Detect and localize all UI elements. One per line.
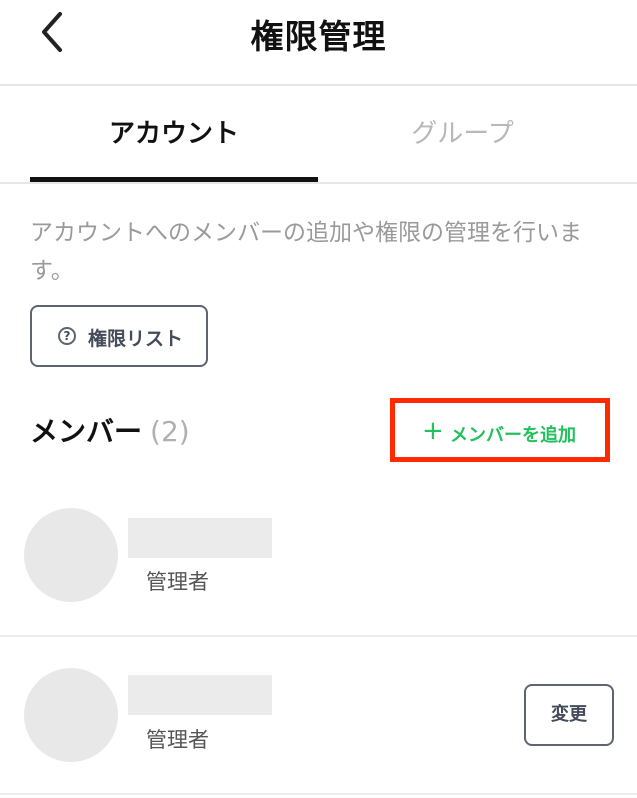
page-title: 権限管理 xyxy=(250,17,387,56)
member-name-placeholder xyxy=(128,675,272,715)
members-count: (2) xyxy=(150,415,190,448)
members-title: メンバー xyxy=(30,415,143,448)
avatar xyxy=(24,668,118,762)
tab-group[interactable]: グループ xyxy=(318,88,607,182)
permission-list-label: 権限リスト xyxy=(88,328,184,350)
add-member-label: メンバーを追加 xyxy=(450,425,576,446)
header: 権限管理 xyxy=(0,0,637,86)
members-heading: メンバー (2) xyxy=(30,410,190,450)
divider xyxy=(0,635,637,637)
member-name-placeholder xyxy=(128,518,272,558)
member-role: 管理者 xyxy=(146,728,209,752)
tab-bar: アカウント グループ xyxy=(0,88,637,184)
description-text: アカウントへのメンバーの追加や権限の管理を行います。 xyxy=(30,220,582,284)
tab-account[interactable]: アカウント xyxy=(30,88,318,182)
member-role: 管理者 xyxy=(146,570,209,594)
permission-list-button[interactable]: ? 権限リスト xyxy=(30,305,208,367)
change-button[interactable]: 変更 xyxy=(524,684,614,746)
question-circle-icon: ? xyxy=(58,327,76,345)
avatar xyxy=(24,508,118,602)
add-member-button[interactable]: + メンバーを追加 xyxy=(396,404,606,462)
plus-icon: + xyxy=(422,416,444,446)
divider xyxy=(0,793,637,795)
